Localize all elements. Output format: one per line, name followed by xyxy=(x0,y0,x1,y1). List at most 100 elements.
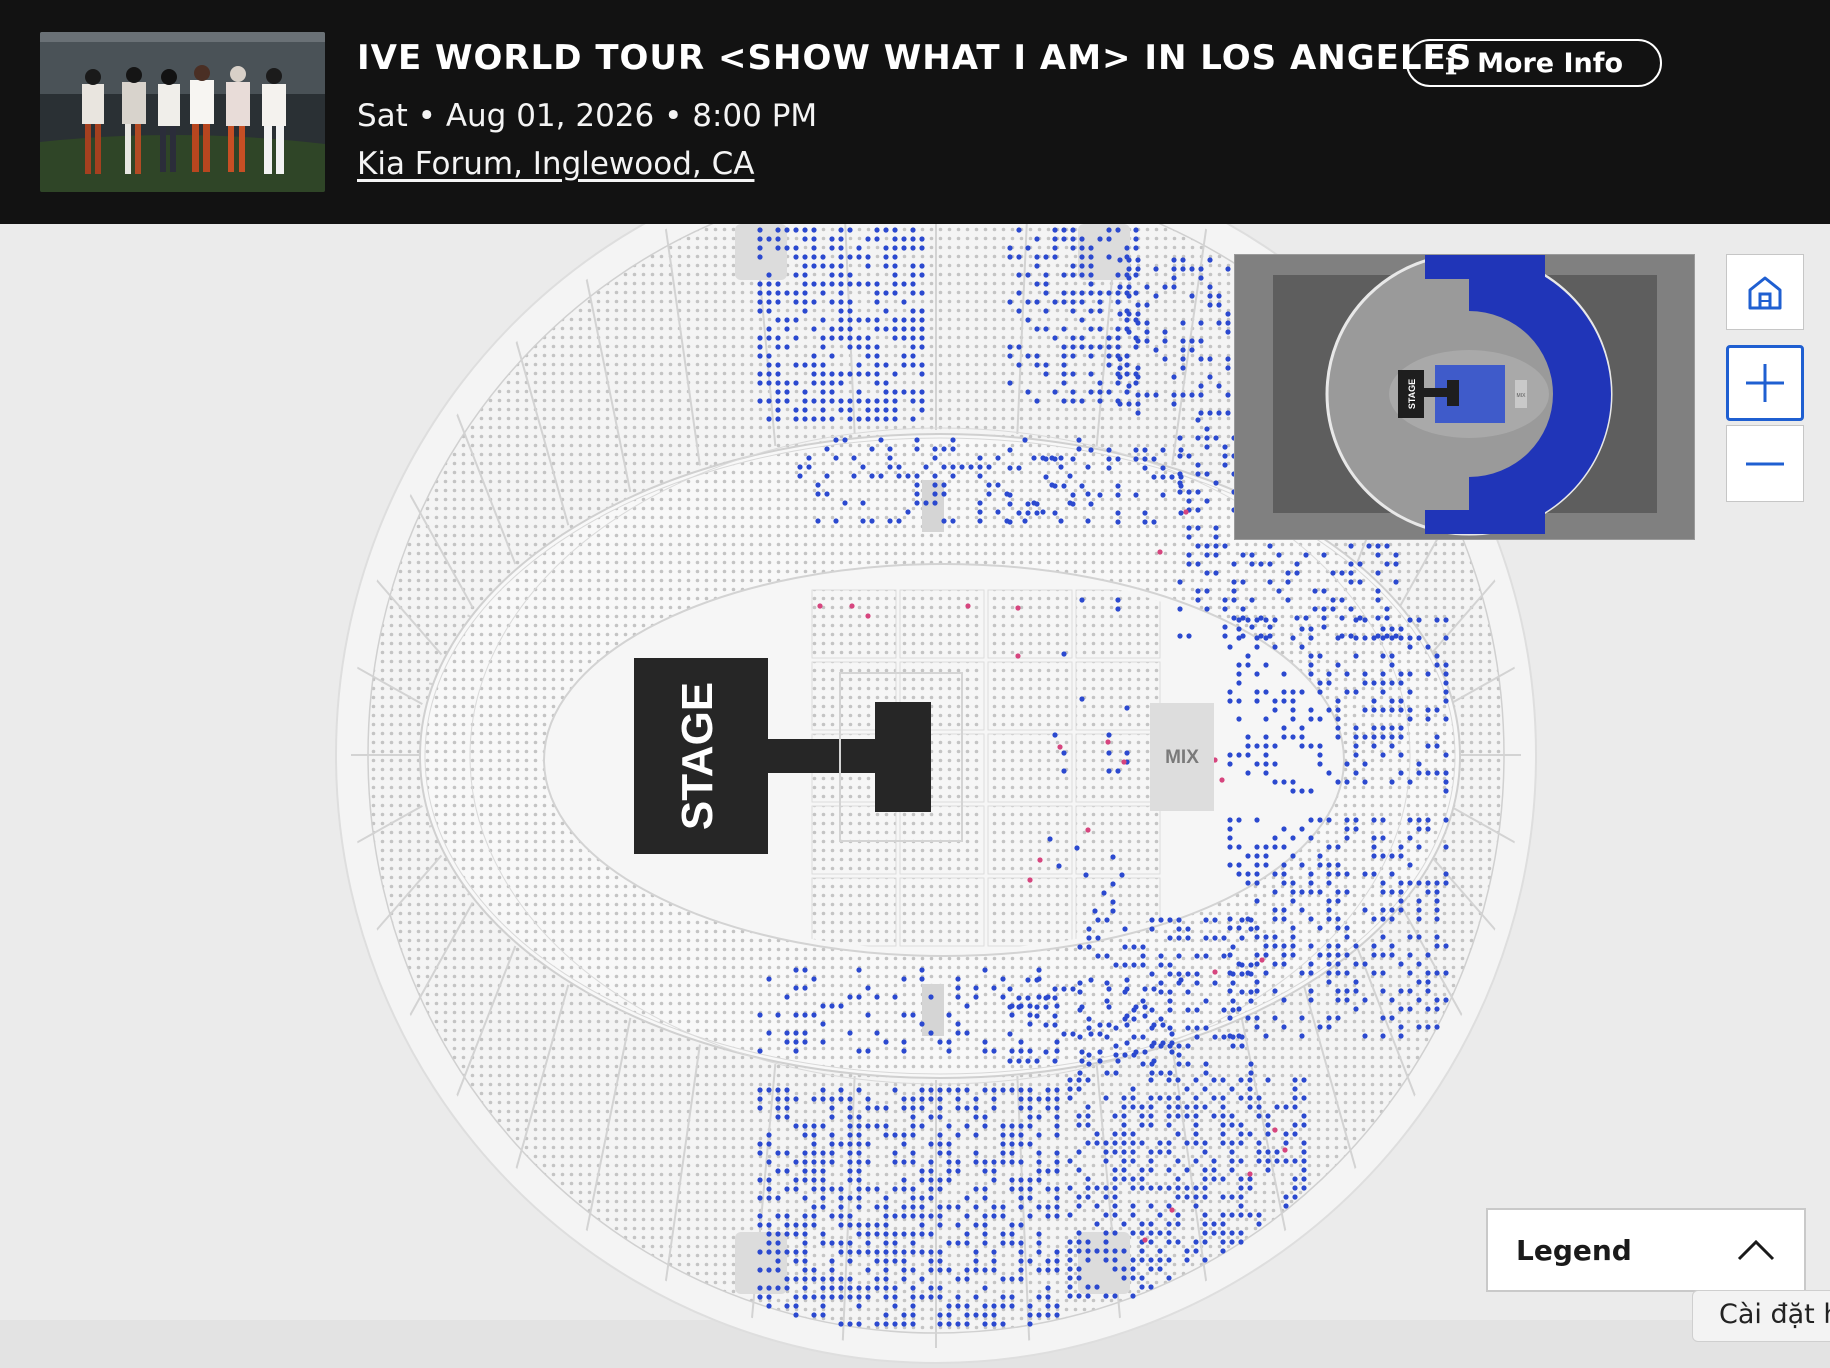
available-seat[interactable] xyxy=(1178,510,1184,516)
available-seat[interactable] xyxy=(811,1213,817,1219)
available-seat[interactable] xyxy=(1335,862,1341,868)
available-seat[interactable] xyxy=(1061,299,1067,305)
available-seat[interactable] xyxy=(1157,1257,1163,1263)
available-seat[interactable] xyxy=(1076,1194,1082,1200)
available-seat[interactable] xyxy=(1070,389,1076,395)
available-seat[interactable] xyxy=(775,1168,781,1174)
available-seat[interactable] xyxy=(1222,597,1228,603)
available-seat[interactable] xyxy=(1344,689,1350,695)
available-seat[interactable] xyxy=(950,437,956,443)
available-seat[interactable] xyxy=(1254,743,1260,749)
available-seat[interactable] xyxy=(991,985,997,991)
available-seat[interactable] xyxy=(1115,1058,1121,1064)
available-seat[interactable] xyxy=(928,1141,934,1147)
available-seat[interactable] xyxy=(757,1105,763,1111)
available-seat[interactable] xyxy=(874,1123,880,1129)
available-seat[interactable] xyxy=(1112,1194,1118,1200)
available-seat[interactable] xyxy=(1149,926,1155,932)
available-seat[interactable] xyxy=(910,1231,916,1237)
available-seat[interactable] xyxy=(793,1312,799,1318)
available-seat[interactable] xyxy=(1000,1159,1006,1165)
available-seat[interactable] xyxy=(766,1285,772,1291)
available-seat[interactable] xyxy=(1203,1061,1209,1067)
available-seat[interactable] xyxy=(1239,962,1245,968)
available-seat[interactable] xyxy=(1245,770,1251,776)
available-seat[interactable] xyxy=(1425,671,1431,677)
available-seat[interactable] xyxy=(1054,1267,1060,1273)
available-seat[interactable] xyxy=(793,317,799,323)
available-seat[interactable] xyxy=(1007,380,1013,386)
available-seat[interactable] xyxy=(1115,272,1121,278)
available-seat[interactable] xyxy=(1115,344,1121,350)
available-seat[interactable] xyxy=(766,335,772,341)
available-seat[interactable] xyxy=(1335,925,1341,931)
available-seat[interactable] xyxy=(1009,1123,1015,1129)
available-seat[interactable] xyxy=(775,1096,781,1102)
available-seat[interactable] xyxy=(1398,734,1404,740)
available-seat[interactable] xyxy=(1265,1077,1271,1083)
available-seat[interactable] xyxy=(1018,1096,1024,1102)
available-seat[interactable] xyxy=(1256,1149,1262,1155)
available-seat[interactable] xyxy=(1009,1186,1015,1192)
available-seat[interactable] xyxy=(919,1222,925,1228)
available-seat[interactable] xyxy=(829,1003,835,1009)
available-seat[interactable] xyxy=(838,1186,844,1192)
available-seat[interactable] xyxy=(793,1249,799,1255)
available-seat[interactable] xyxy=(1106,290,1112,296)
available-seat[interactable] xyxy=(937,1222,943,1228)
available-seat[interactable] xyxy=(1162,329,1168,335)
available-seat[interactable] xyxy=(820,1159,826,1165)
available-seat[interactable] xyxy=(1148,1230,1154,1236)
available-seat[interactable] xyxy=(1212,980,1218,986)
available-seat[interactable] xyxy=(757,335,763,341)
available-seat[interactable] xyxy=(1171,284,1177,290)
available-seat[interactable] xyxy=(1052,732,1058,738)
available-seat[interactable] xyxy=(865,1159,871,1165)
available-seat[interactable] xyxy=(820,335,826,341)
available-seat[interactable] xyxy=(784,1030,790,1036)
available-seat[interactable] xyxy=(1245,871,1251,877)
home-button[interactable] xyxy=(1726,254,1804,330)
available-seat[interactable] xyxy=(1097,1031,1103,1037)
available-seat[interactable] xyxy=(883,1222,889,1228)
available-seat[interactable] xyxy=(1148,1113,1154,1119)
available-seat[interactable] xyxy=(806,455,812,461)
available-seat[interactable] xyxy=(793,1231,799,1237)
available-seat[interactable] xyxy=(820,317,826,323)
available-seat[interactable] xyxy=(932,446,938,452)
available-seat[interactable] xyxy=(1407,880,1413,886)
available-seat[interactable] xyxy=(1238,1230,1244,1236)
available-seat[interactable] xyxy=(820,1096,826,1102)
available-seat[interactable] xyxy=(1117,257,1123,263)
available-seat[interactable] xyxy=(1036,1150,1042,1156)
available-seat[interactable] xyxy=(793,1186,799,1192)
available-seat[interactable] xyxy=(847,1030,853,1036)
available-seat[interactable] xyxy=(914,482,920,488)
available-seat[interactable] xyxy=(910,1285,916,1291)
available-seat[interactable] xyxy=(1380,1015,1386,1021)
available-seat[interactable] xyxy=(973,1294,979,1300)
available-seat[interactable] xyxy=(946,1177,952,1183)
available-seat[interactable] xyxy=(1086,1052,1092,1058)
available-seat[interactable] xyxy=(1016,254,1022,260)
available-seat[interactable] xyxy=(1335,988,1341,994)
available-seat[interactable] xyxy=(838,236,844,242)
available-seat[interactable] xyxy=(1106,750,1112,756)
available-seat[interactable] xyxy=(1443,698,1449,704)
available-seat[interactable] xyxy=(847,335,853,341)
available-seat[interactable] xyxy=(802,308,808,314)
available-seat[interactable] xyxy=(1380,626,1386,632)
available-seat[interactable] xyxy=(820,407,826,413)
available-seat[interactable] xyxy=(910,245,916,251)
available-seat[interactable] xyxy=(856,967,862,973)
available-seat[interactable] xyxy=(1245,653,1251,659)
available-seat[interactable] xyxy=(1124,389,1130,395)
available-seat[interactable] xyxy=(757,380,763,386)
available-seat[interactable] xyxy=(1070,299,1076,305)
available-seat[interactable] xyxy=(1166,1239,1172,1245)
available-seat[interactable] xyxy=(1207,356,1213,362)
available-seat[interactable] xyxy=(1115,483,1121,489)
available-seat[interactable] xyxy=(1052,1058,1058,1064)
available-seat[interactable] xyxy=(1416,961,1422,967)
available-seat[interactable] xyxy=(964,1321,970,1327)
